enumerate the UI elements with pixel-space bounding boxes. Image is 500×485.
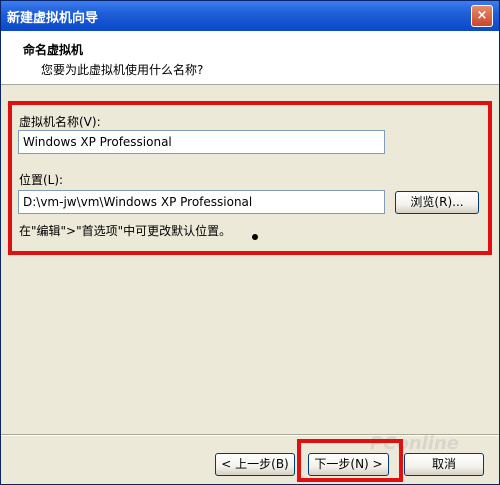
wizard-window: 新建虚拟机向导 × 命名虚拟机 您要为此虚拟机使用什么名称? 虚拟机名称(V):… xyxy=(0,0,500,485)
browse-button[interactable]: 浏览(R)... xyxy=(395,191,479,214)
location-input[interactable]: D:\vm-jw\vm\Windows XP Professional xyxy=(18,190,385,214)
page-title: 命名虚拟机 xyxy=(23,43,84,57)
page-subtitle: 您要为此虚拟机使用什么名称? xyxy=(41,63,204,77)
vm-name-label: 虚拟机名称(V): xyxy=(19,115,101,129)
close-button[interactable]: × xyxy=(471,5,493,27)
location-label: 位置(L): xyxy=(19,173,64,187)
title-bar[interactable]: 新建虚拟机向导 × xyxy=(1,1,499,31)
back-button[interactable]: < 上一步(B) xyxy=(215,453,295,476)
wizard-header: 命名虚拟机 您要为此虚拟机使用什么名称? xyxy=(1,31,499,85)
next-button[interactable]: 下一步(N) > xyxy=(308,453,389,476)
cursor-dot xyxy=(252,234,258,240)
vm-name-input[interactable]: Windows XP Professional xyxy=(18,130,385,154)
window-title: 新建虚拟机向导 xyxy=(7,11,99,26)
cancel-button[interactable]: 取消 xyxy=(404,453,484,476)
location-hint: 在"编辑">"首选项"中可更改默认位置。 xyxy=(19,224,232,238)
close-icon: × xyxy=(476,8,488,23)
